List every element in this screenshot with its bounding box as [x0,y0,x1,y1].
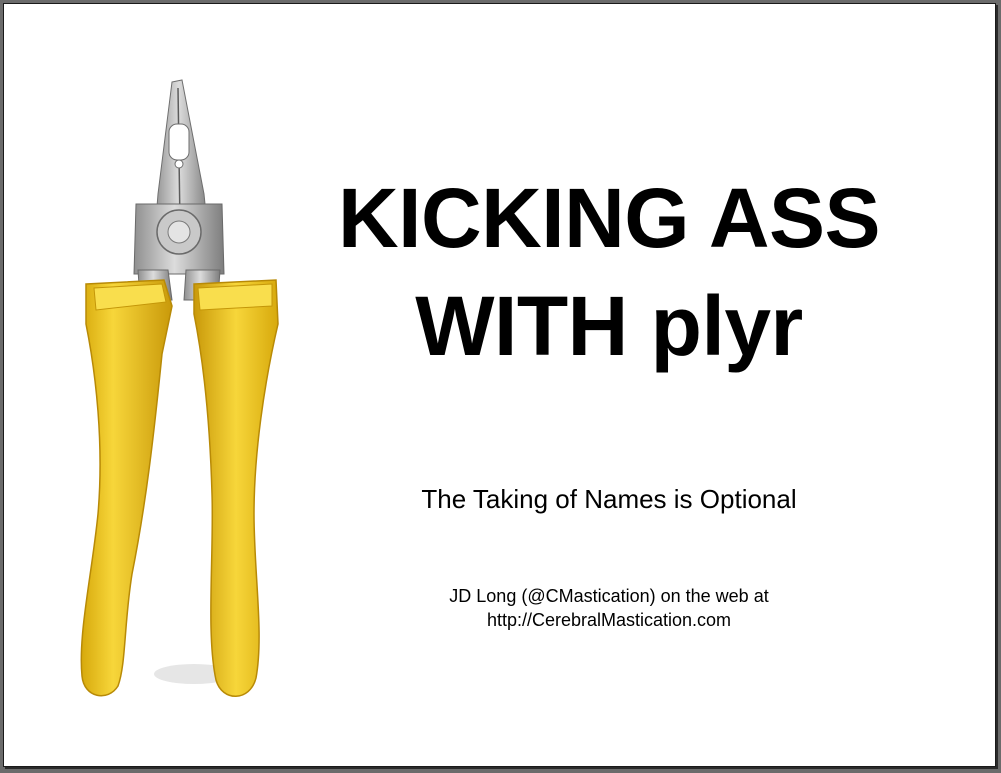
title-line-1: KICKING ASS [337,171,881,265]
pliers-icon [80,79,279,697]
slide-subtitle: The Taking of Names is Optional [421,484,797,514]
author-line: JD Long (@CMastication) on the web at [449,586,769,606]
slide: KICKING ASS WITH plyr The Taking of Name… [3,3,996,767]
author-info: JD Long (@CMastication) on the web at ht… [294,584,924,632]
slide-title: KICKING ASS WITH plyr [294,164,924,380]
title-line-2: WITH plyr [415,279,803,373]
author-url: http://CerebralMastication.com [486,610,732,630]
